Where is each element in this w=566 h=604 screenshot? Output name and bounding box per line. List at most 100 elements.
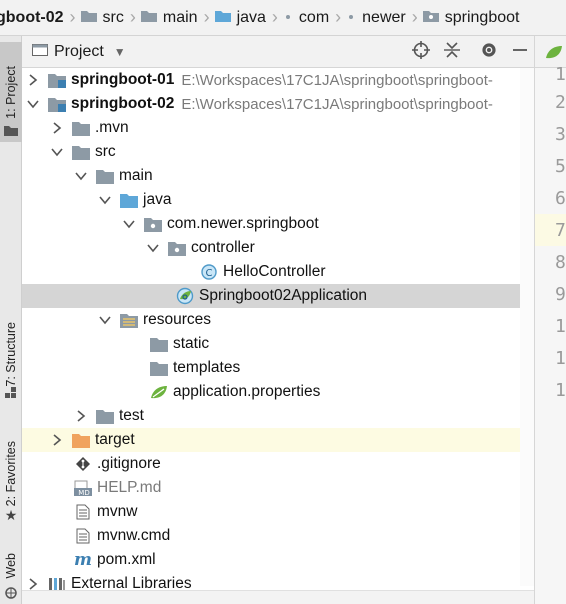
line-number: 14 [555,379,566,401]
folder-icon [32,43,48,60]
tree-item-label: templates [173,359,241,376]
tree-item-mvn[interactable]: .mvn [22,116,534,140]
tree-item-springboot02application[interactable]: Springboot02Application [22,284,534,308]
chevron-right-icon: › [69,7,76,27]
tree-item-resources[interactable]: resources [22,308,534,332]
line-number: 2 [555,91,566,113]
tree-item-pom-xml[interactable]: m pom.xml [22,548,534,572]
chevron-right-icon[interactable] [74,409,88,423]
web-tab-label: Web [4,553,18,579]
locate-icon[interactable] [412,41,430,63]
tree-item-application-properties[interactable]: application.properties [22,380,534,404]
tree-item-label: com.newer.springboot [167,215,319,232]
tree-item-package[interactable]: com.newer.springboot [22,212,534,236]
chevron-right-icon[interactable] [50,433,64,447]
module-icon [48,72,66,88]
chevron-down-icon[interactable] [122,217,136,231]
breadcrumb-java[interactable]: › java [198,0,266,35]
breadcrumb-module[interactable]: gboot-02 [0,0,64,35]
star-icon: ★ [4,506,18,523]
gear-icon[interactable] [480,41,498,63]
breadcrumb-java-label: java [236,8,266,26]
tree-item-label: HelloController [223,263,326,280]
maven-icon: m [74,550,92,570]
line-number: 3 [555,123,566,145]
chevron-down-icon[interactable] [50,145,64,159]
breadcrumb-com[interactable]: › com [266,0,329,35]
tree-item-templates[interactable]: templates [22,356,534,380]
collapse-all-icon[interactable] [444,41,460,63]
breadcrumb-module-label: gboot-02 [0,8,64,26]
structure-tab-label: 7: Structure [4,321,18,387]
tree-item-src[interactable]: src [22,140,534,164]
tree-item-label: HELP.md [97,479,162,496]
chevron-right-icon: › [271,7,278,27]
tree-item-java[interactable]: java [22,188,534,212]
structure-icon [0,384,22,402]
tree-item-hellocontroller[interactable]: C HelloController [22,260,534,284]
tree-item-springboot-01[interactable]: springboot-01 E:\Workspaces\17C1JA\sprin… [22,68,534,92]
chevron-down-icon[interactable] [26,97,40,111]
folder-icon [140,9,157,27]
tree-item-label: .mvn [95,119,129,136]
folder-icon [80,9,97,27]
tree-item-controller[interactable]: controller [22,236,534,260]
breadcrumb-springboot[interactable]: › springboot [406,0,520,35]
tree-item-label: test [119,407,144,424]
breadcrumb-newer-label: newer [362,8,406,26]
web-tool-tab[interactable]: Web [0,546,22,586]
editor-gutter: 1 2 3 5 6 7 8 9 12 13 14 [534,36,566,604]
chevron-right-icon[interactable] [50,121,64,135]
tree-item-label: main [119,167,153,184]
tree-item-help-md[interactable]: MD HELP.md [22,476,534,500]
package-icon [422,9,439,27]
folder-icon [150,336,168,352]
horizontal-scrollbar[interactable] [22,590,534,604]
package-icon [144,216,162,232]
source-folder-icon [120,192,138,208]
panel-title: Project [54,42,104,60]
chevron-right-icon[interactable] [26,577,40,591]
tree-item-mvnw-cmd[interactable]: mvnw.cmd [22,524,534,548]
minimize-icon[interactable] [512,41,528,63]
breadcrumb-main-label: main [162,8,198,26]
panel-toolbar [412,36,528,68]
tree-item-target[interactable]: target [22,428,534,452]
breadcrumb-newer[interactable]: › newer [329,0,406,35]
text-file-icon [74,528,92,544]
breadcrumb-springboot-label: springboot [444,8,520,26]
view-dropdown-icon[interactable]: ▼ [114,45,126,59]
tree-item-label: static [173,335,210,352]
tree-item-springboot-02[interactable]: springboot-02 E:\Workspaces\17C1JA\sprin… [22,92,534,116]
breadcrumb-main[interactable]: › main [124,0,198,35]
tree-item-main[interactable]: main [22,164,534,188]
svg-text:C: C [206,268,213,279]
git-icon [74,456,92,472]
folder-icon [0,120,22,140]
tree-item-label: springboot-01 [71,71,175,88]
chevron-down-icon[interactable] [146,241,160,255]
line-number: 12 [555,315,566,337]
tree-item-label: src [95,143,116,160]
module-path: E:\Workspaces\17C1JA\springboot\springbo… [181,71,493,89]
tree-item-mvnw[interactable]: mvnw [22,500,534,524]
chevron-right-icon: › [203,7,210,27]
breadcrumb-src-label: src [102,8,124,26]
package-icon [346,9,356,27]
tree-item-test[interactable]: test [22,404,534,428]
chevron-right-icon[interactable] [26,73,40,87]
tool-window-strip: 1: Project 7: Structure 2: Favorites ★ W… [0,36,22,604]
tree-item-label: pom.xml [97,551,156,568]
class-icon: C [200,264,218,280]
chevron-down-icon[interactable] [98,193,112,207]
package-icon [283,9,293,27]
tree-item-label: mvnw.cmd [97,527,171,544]
chevron-down-icon[interactable] [74,169,88,183]
chevron-down-icon[interactable] [98,313,112,327]
chevron-right-icon: › [335,7,342,27]
folder-icon [96,408,114,424]
tree-item-static[interactable]: static [22,332,534,356]
breadcrumb-src[interactable]: › src [64,0,124,35]
tree-item-gitignore[interactable]: .gitignore [22,452,534,476]
vertical-scrollbar[interactable] [520,68,534,586]
